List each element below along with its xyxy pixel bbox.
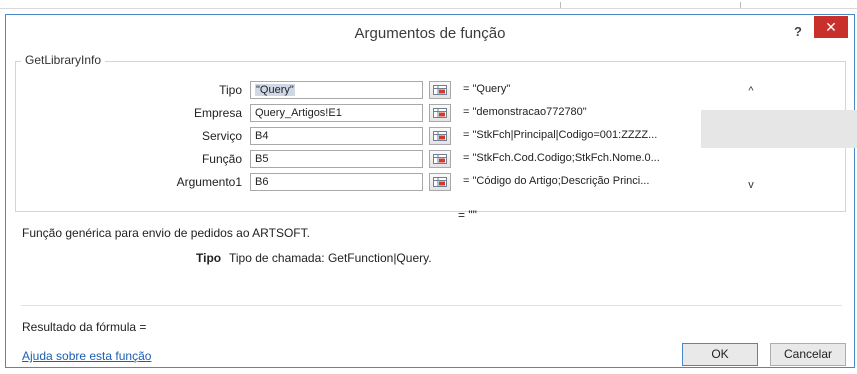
arg-value-servico: = "StkFch|Principal|Codigo=001:ZZZZ... bbox=[463, 129, 658, 141]
arg-label-servico: Serviço bbox=[201, 129, 242, 143]
arg-input-empresa[interactable]: Query_Artigos!E1 bbox=[250, 104, 423, 122]
background-sheet-strip bbox=[0, 0, 857, 14]
sheet-column-marker bbox=[740, 2, 741, 8]
dialog-title: Argumentos de função bbox=[354, 25, 506, 42]
param-help-text: Tipo de chamada: GetFunction|Query. bbox=[229, 251, 432, 265]
scroll-down-button[interactable]: v bbox=[743, 178, 759, 192]
scrollbar-thumb[interactable] bbox=[701, 110, 857, 148]
arg-label-funcao: Função bbox=[201, 152, 242, 166]
section-divider bbox=[21, 305, 842, 306]
param-help-name: Tipo bbox=[196, 251, 222, 265]
arg-input-servico[interactable]: B4 bbox=[250, 127, 423, 145]
arg-label-argumento1: Argumento1 bbox=[176, 175, 242, 189]
arg-value-funcao: = "StkFch.Cod.Codigo;StkFch.Nome.0... bbox=[463, 152, 660, 164]
cell-reference-button[interactable] bbox=[429, 104, 451, 122]
sheet-gridline bbox=[0, 8, 857, 9]
arg-value-empresa: = "demonstracao772780" bbox=[463, 106, 587, 118]
range-select-icon bbox=[433, 131, 447, 141]
arg-label-tipo: Tipo bbox=[219, 83, 242, 97]
range-select-icon bbox=[433, 177, 447, 187]
cell-reference-button[interactable] bbox=[429, 81, 451, 99]
arguments-group: GetLibraryInfo Tipo "Query" = "Query" Em… bbox=[15, 53, 857, 212]
help-button[interactable]: ? bbox=[788, 22, 808, 42]
cell-reference-button[interactable] bbox=[429, 173, 451, 191]
cell-reference-button[interactable] bbox=[429, 127, 451, 145]
function-name-legend: GetLibraryInfo bbox=[21, 53, 106, 67]
arg-value-tipo: = "Query" bbox=[463, 83, 511, 95]
range-select-icon bbox=[433, 85, 447, 95]
title-bar[interactable]: Argumentos de função ? ✕ bbox=[6, 15, 854, 55]
cancel-button[interactable]: Cancelar bbox=[770, 343, 846, 366]
close-button[interactable]: ✕ bbox=[814, 16, 848, 38]
scroll-up-button[interactable]: ^ bbox=[743, 84, 759, 98]
range-select-icon bbox=[433, 108, 447, 118]
result-value: = "" bbox=[458, 208, 477, 222]
cell-reference-button[interactable] bbox=[429, 150, 451, 168]
sheet-column-marker bbox=[560, 2, 561, 8]
arg-input-text: "Query" bbox=[255, 84, 295, 96]
arg-input-funcao[interactable]: B5 bbox=[250, 150, 423, 168]
arg-value-argumento1: = "Código do Artigo;Descrição Princi... bbox=[463, 175, 650, 187]
formula-result-label: Resultado da fórmula = bbox=[22, 320, 147, 334]
ok-button[interactable]: OK bbox=[682, 343, 758, 366]
range-select-icon bbox=[433, 154, 447, 164]
function-description: Função genérica para envio de pedidos ao… bbox=[22, 226, 310, 240]
arg-label-empresa: Empresa bbox=[193, 106, 242, 120]
arg-input-argumento1[interactable]: B6 bbox=[250, 173, 423, 191]
arg-input-tipo[interactable]: "Query" bbox=[250, 81, 423, 99]
function-arguments-dialog: Argumentos de função ? ✕ GetLibraryInfo … bbox=[5, 14, 857, 368]
function-help-link[interactable]: Ajuda sobre esta função bbox=[22, 349, 151, 363]
